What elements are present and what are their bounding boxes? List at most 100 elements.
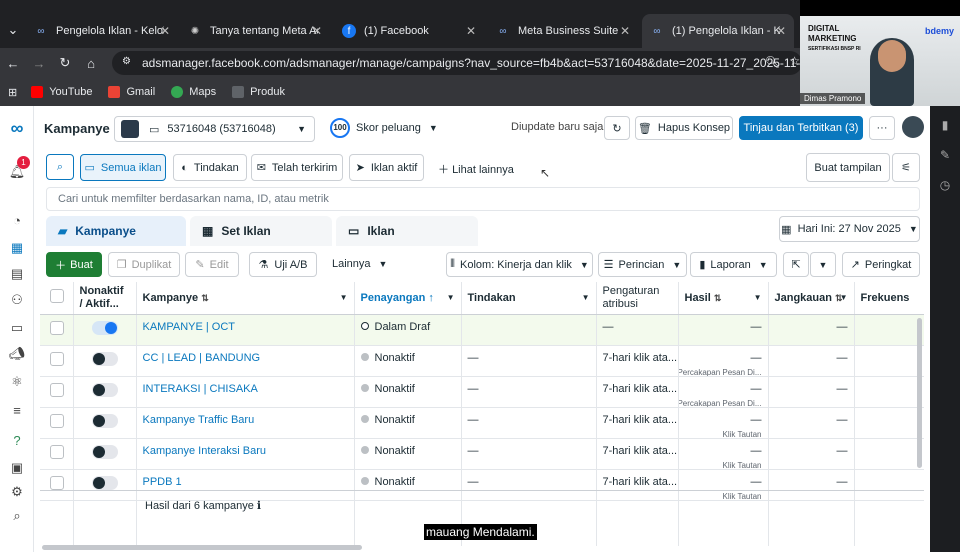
table-row[interactable]: Kampanye Interaksi Baru Nonaktif —7-hari k… [40, 438, 924, 470]
campaign-toggle[interactable] [91, 351, 118, 366]
col-campaign-header[interactable]: Kampanye ⇅ ▼ [136, 282, 355, 315]
bookmark-star-icon[interactable]: ☆ [789, 54, 800, 68]
table-icon[interactable]: ▦ [0, 236, 34, 260]
close-icon[interactable]: ✕ [160, 24, 170, 38]
campaign-name-link[interactable]: INTERAKSI | CHISAKA [143, 383, 258, 395]
chart-icon[interactable]: ▮ [930, 110, 960, 140]
back-icon[interactable]: ← [0, 56, 26, 71]
more-button[interactable]: ··· [869, 116, 895, 140]
campaign-toggle[interactable] [91, 382, 118, 397]
duplicate-button[interactable]: ❐ Duplikat [108, 252, 180, 277]
billing-icon[interactable]: ▭ [0, 316, 34, 340]
user-avatar[interactable] [902, 116, 924, 138]
apps-grid-icon[interactable]: ⊞ [8, 86, 17, 99]
reports-dropdown[interactable]: ▮ Laporan ▼ [690, 252, 777, 277]
refresh-button[interactable]: ↻ [604, 116, 630, 140]
news-icon[interactable]: ▣ [0, 456, 34, 480]
pages-icon[interactable]: ▤ [0, 262, 34, 286]
breakdown-dropdown[interactable]: ☰ Perincian ▼ [598, 252, 687, 277]
search-icon[interactable]: ⌕ [0, 504, 34, 528]
columns-dropdown[interactable]: ⦀ Kolom: Kinerja dan klik ▼ [446, 252, 593, 277]
tab-active-ads[interactable]: ➤ Iklan aktif [349, 154, 424, 181]
search-toggle-button[interactable]: ⌕ [46, 154, 74, 180]
create-button[interactable]: ＋ Buat [46, 252, 102, 277]
site-info-icon[interactable]: ⚙ [122, 56, 131, 67]
campaign-toggle[interactable] [91, 444, 118, 459]
address-bar[interactable]: ⚙ adsmanager.facebook.com/adsmanager/man… [112, 51, 802, 75]
see-more-button[interactable]: ＋ Lihat lainnya [438, 161, 514, 177]
table-row[interactable]: KAMPANYE | OCT Dalam Draf — — — [40, 314, 924, 346]
forward-icon[interactable]: → [26, 56, 52, 71]
tab-all-ads[interactable]: ▭ Semua iklan [80, 154, 166, 181]
bookmark-youtube[interactable]: YouTube [31, 86, 92, 98]
close-icon[interactable]: ✕ [466, 24, 476, 38]
pencil-icon[interactable]: ✎ [930, 140, 960, 170]
col-attribution-header[interactable]: Pengaturan atribusi [596, 282, 679, 315]
rules-button[interactable]: ↗ Peringkat [842, 252, 920, 277]
campaign-name-link[interactable]: PPDB 1 [143, 476, 182, 488]
row-checkbox[interactable] [50, 444, 64, 459]
row-checkbox[interactable] [50, 413, 64, 428]
col-results-header[interactable]: Hasil ⇅ ▼ [678, 282, 769, 315]
discard-drafts-button[interactable]: 🗑︎ Hapus Konsep [635, 116, 733, 140]
tab-ads[interactable]: ▭ Iklan [336, 216, 478, 246]
date-picker[interactable]: ▦ Hari Ini: 27 Nov 2025 ▼ [779, 216, 920, 242]
reload-icon[interactable]: ↻ [52, 55, 78, 71]
row-checkbox[interactable] [50, 475, 64, 490]
opportunity-score[interactable]: 100 Skor peluang ▼ [330, 118, 438, 138]
col-frequency-header[interactable]: Frekuens [854, 282, 924, 315]
tab-ad-sets[interactable]: ▦ Set Iklan [190, 216, 332, 246]
close-icon[interactable]: ✕ [312, 24, 322, 38]
row-checkbox[interactable] [50, 320, 64, 335]
vertical-scrollbar[interactable] [917, 318, 922, 468]
browser-tab[interactable]: ∞ Meta Business Suite ✕ [488, 14, 638, 48]
close-icon[interactable]: ✕ [620, 24, 630, 38]
col-toggle-header[interactable]: Nonaktif / Aktif... [73, 282, 137, 315]
browser-tab[interactable]: ✺ Tanya tentang Meta Ads ✕ [180, 14, 330, 48]
col-delivery-header[interactable]: Penayangan ↑ ▼ [354, 282, 462, 315]
gauge-icon[interactable]: ◔ [0, 208, 34, 232]
col-actions-header[interactable]: Tindakan ▼ [461, 282, 597, 315]
audience-icon[interactable]: ⚇ [0, 288, 34, 312]
view-settings-button[interactable]: ⚟ [892, 153, 920, 182]
campaign-name-link[interactable]: KAMPANYE | OCT [143, 321, 236, 333]
campaign-toggle[interactable] [91, 320, 118, 335]
row-checkbox[interactable] [50, 351, 64, 366]
campaign-name-link[interactable]: Kampanye Interaksi Baru [143, 445, 267, 457]
help-icon[interactable]: ? [0, 428, 34, 452]
search-filter-input[interactable]: Cari untuk memfilter berdasarkan nama, I… [46, 187, 920, 211]
account-selector[interactable]: ▭ 53716048 (53716048) ▼ [114, 116, 315, 142]
ab-test-button[interactable]: ⚗ Uji A/B [249, 252, 317, 277]
table-row[interactable]: PPDB 1 Nonaktif —7-hari klik ata... — Klik T… [40, 469, 924, 501]
home-icon[interactable]: ⌂ [78, 56, 104, 71]
table-row[interactable]: Kampanye Traffic Baru Nonaktif —7-hari kli… [40, 407, 924, 439]
row-checkbox[interactable] [50, 382, 64, 397]
browser-tab[interactable]: ∞Pengelola Iklan - Kelola Iklan✕ [26, 14, 178, 48]
table-row[interactable]: CC | LEAD | BANDUNG Nonaktif —7-hari klik … [40, 345, 924, 377]
tab-actions[interactable]: ◐ Tindakan [173, 154, 247, 181]
edit-button[interactable]: ✎ Edit [185, 252, 239, 277]
col-reach-header[interactable]: Jangkauan ⇅ ▼ [768, 282, 855, 315]
zoom-icon[interactable]: 🔍︎ [765, 55, 780, 69]
settings-gear-icon[interactable]: ⚙ [0, 480, 34, 504]
browser-tab[interactable]: f (1) Facebook ✕ [334, 14, 484, 48]
megaphone-icon[interactable]: 📣︎ [0, 342, 34, 366]
horizontal-scrollbar[interactable] [42, 545, 362, 550]
more-actions-dropdown[interactable]: Lainnya ▼ [332, 258, 387, 270]
campaign-toggle[interactable] [91, 413, 118, 428]
bookmark-produk[interactable]: Produk [232, 86, 285, 98]
review-publish-button[interactable]: Tinjau dan Terbitkan (3) [739, 116, 863, 140]
network-icon[interactable]: ⚛ [0, 370, 34, 394]
tab-search-chevron-icon[interactable]: ⌄ [0, 22, 26, 38]
browser-tab-active[interactable]: ∞(1) Pengelola Iklan - Kelola✕ [642, 14, 794, 48]
history-icon[interactable]: ◷ [930, 170, 960, 200]
tab-delivered[interactable]: ✉ Telah terkirim [251, 154, 343, 181]
menu-icon[interactable]: ≡ [0, 398, 34, 422]
campaign-name-link[interactable]: Kampanye Traffic Baru [143, 414, 255, 426]
tab-campaigns[interactable]: ▰ Kampanye [46, 216, 186, 246]
create-view-button[interactable]: Buat tampilan [806, 153, 890, 182]
export-button[interactable]: ⇱ [783, 252, 809, 277]
meta-logo-icon[interactable]: ∞ [0, 116, 34, 140]
bookmark-gmail[interactable]: Gmail [108, 86, 155, 98]
export-menu-button[interactable]: ▼ [810, 252, 836, 277]
